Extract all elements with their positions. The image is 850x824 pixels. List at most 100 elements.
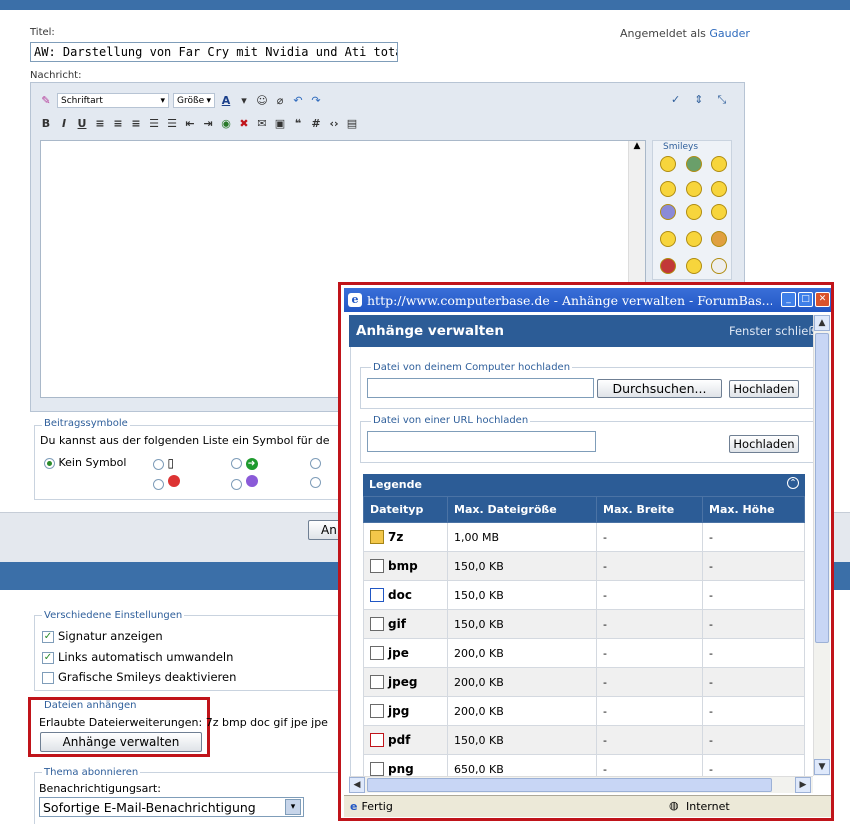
underline-icon[interactable]: U [75,116,89,130]
size-select[interactable]: Größe ▾ [173,93,215,108]
font-select[interactable]: Schriftart ▾ [57,93,169,108]
align-center-icon[interactable]: ≡ [111,116,125,130]
bold-icon[interactable]: B [39,116,53,130]
scroll-right-icon[interactable]: ▶ [795,777,811,793]
html-code-icon[interactable]: ‹› [327,116,341,130]
max-size-cell: 200,0 KB [447,667,597,697]
user-link[interactable]: Gauder [709,27,750,40]
indent-icon[interactable]: ⇥ [201,116,215,130]
php-code-icon[interactable]: ▤ [345,116,359,130]
post-icon-none[interactable]: Kein Symbol [44,456,126,469]
post-icon-option[interactable]: ➜ [231,456,258,470]
align-left-icon[interactable]: ≡ [93,116,107,130]
radio-button[interactable] [231,457,242,469]
smiley-icon[interactable] [686,204,702,220]
redo-icon[interactable]: ↷ [309,94,323,108]
format-remove-icon[interactable]: ✎ [39,94,53,108]
attachment-icon[interactable]: ⌀ [273,94,287,108]
sad-face-icon [245,475,258,487]
smiley-icon[interactable] [660,204,676,220]
unlink-icon[interactable]: ✖ [237,116,251,130]
resize-icon[interactable]: ⇕ [694,93,703,107]
hscroll-thumb[interactable] [367,778,772,792]
auto-links-option[interactable]: ✓ Links automatisch umwandeln [42,650,233,664]
checkbox[interactable] [42,671,54,684]
signature-option[interactable]: ✓ Signatur anzeigen [42,629,163,643]
manage-attachments-button[interactable]: Anhänge verwalten [40,732,202,752]
radio-button[interactable] [231,478,242,490]
ordered-list-icon[interactable]: ☰ [147,116,161,130]
email-icon[interactable]: ✉ [255,116,269,130]
max-size-cell: 150,0 KB [447,580,597,610]
smiley-icon[interactable] [686,181,702,197]
table-row: 7z 1,00 MB - - [363,522,805,552]
scroll-up-icon[interactable]: ▲ [814,315,830,331]
smiley-icon[interactable] [660,258,676,274]
maximize-icon[interactable]: □ [798,292,813,307]
code-hash-icon[interactable]: # [309,116,323,130]
radio-button[interactable] [310,457,321,469]
title-input[interactable]: AW: Darstellung von Far Cry mit Nvidia u… [30,42,398,62]
smiley-icon[interactable] [711,231,727,247]
image-icon [370,704,384,719]
smiley-icon[interactable] [711,181,727,197]
checkbox[interactable]: ✓ [42,651,54,664]
max-width-cell: - [596,696,703,726]
scroll-up-icon[interactable]: ▲ [629,141,645,151]
post-icon-option[interactable] [153,475,180,490]
smiley-icon[interactable] [660,181,676,197]
max-width-cell: - [596,522,703,552]
column-header: Max. Höhe [702,496,805,523]
scroll-left-icon[interactable]: ◀ [349,777,365,793]
unordered-list-icon[interactable]: ☰ [165,116,179,130]
image-icon [370,675,384,690]
image-icon [370,559,384,574]
spellcheck-icon[interactable]: ✓ [671,93,680,107]
undo-icon[interactable]: ↶ [291,94,305,108]
scroll-thumb[interactable] [815,333,829,643]
chevron-down-icon[interactable]: ▾ [285,799,301,815]
radio-button[interactable] [153,478,164,490]
text-color-icon[interactable]: A [219,94,233,108]
smiley-icon[interactable] [711,204,727,220]
image-insert-icon[interactable]: ▣ [273,116,287,130]
option-label: Signatur anzeigen [58,629,163,643]
switch-mode-icon[interactable]: ⤡ [717,93,726,107]
smiley-icon[interactable] [711,258,727,274]
submit-button[interactable]: An [308,520,342,540]
link-icon[interactable]: ◉ [219,116,233,130]
italic-icon[interactable]: I [57,116,71,130]
max-size-cell: 200,0 KB [447,638,597,668]
smiley-icon[interactable] [686,231,702,247]
max-width-cell: - [596,638,703,668]
minimize-icon[interactable]: _ [781,292,796,307]
scroll-down-icon[interactable]: ▼ [814,759,830,775]
smiley-icon[interactable] [686,258,702,274]
vertical-scrollbar[interactable]: ▲ ▼ [813,315,830,776]
smiley-icon[interactable] [660,231,676,247]
popup-window-title: http://www.computerbase.de - Anhänge ver… [367,292,772,308]
radio-button[interactable] [153,458,164,470]
post-icon-option[interactable]: ▯ [153,456,174,470]
smiley-icon[interactable] [686,156,702,172]
subscribe-select[interactable]: Sofortige E-Mail-Benachrichtigung ▾ [39,797,304,817]
post-icon-option[interactable] [310,475,321,488]
align-right-icon[interactable]: ≡ [129,116,143,130]
checkbox[interactable]: ✓ [42,630,54,643]
radio-button[interactable] [44,457,55,469]
horizontal-scrollbar[interactable]: ◀ ▶ [349,776,813,793]
post-icon-option[interactable] [231,475,258,490]
outdent-icon[interactable]: ⇤ [183,116,197,130]
smiley-icon[interactable] [660,156,676,172]
post-icon-option[interactable] [310,456,321,469]
subscribe-value: Sofortige E-Mail-Benachrichtigung [43,800,256,815]
close-icon[interactable]: ✕ [815,292,830,307]
chevron-down-icon[interactable]: ▾ [237,94,251,108]
smiley-picker-icon[interactable]: ☺ [255,94,269,108]
quote-icon[interactable]: ❝ [291,116,305,130]
image-icon [370,617,384,632]
smiley-icon[interactable] [711,156,727,172]
disable-smileys-option[interactable]: Grafische Smileys deaktivieren [42,670,236,684]
radio-button[interactable] [310,476,321,488]
file-type-cell: bmp [363,551,448,581]
